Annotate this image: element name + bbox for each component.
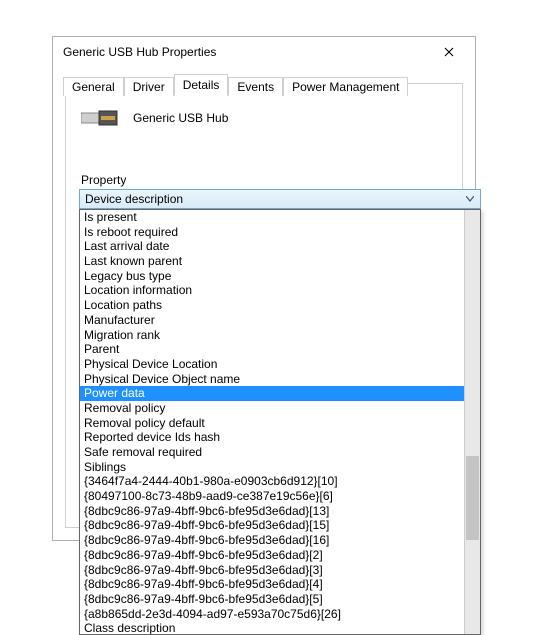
tab-general[interactable]: General	[63, 77, 124, 96]
dropdown-item[interactable]: {8dbc9c86-97a9-4bff-9bc6-bfe95d3e6dad}[5…	[80, 592, 464, 607]
dropdown-scrollbar[interactable]	[464, 210, 480, 634]
dropdown-item[interactable]: Class description	[80, 621, 464, 634]
window-title: Generic USB Hub Properties	[63, 45, 431, 59]
dropdown-item[interactable]: Manufacturer	[80, 313, 464, 328]
dropdown-item[interactable]: {80497100-8c73-48b9-aad9-ce387e19c56e}[6…	[80, 489, 464, 504]
dropdown-item[interactable]: Legacy bus type	[80, 269, 464, 284]
dropdown-item[interactable]: Physical Device Location	[80, 357, 464, 372]
usb-connector-icon	[81, 107, 121, 129]
chevron-down-icon	[463, 192, 477, 206]
dropdown-item[interactable]: Reported device Ids hash	[80, 430, 464, 445]
dropdown-list-viewport: Is presentIs reboot requiredLast arrival…	[80, 210, 464, 634]
dropdown-item[interactable]: Safe removal required	[80, 445, 464, 460]
dropdown-item[interactable]: Last arrival date	[80, 239, 464, 254]
property-label: Property	[81, 173, 126, 187]
dropdown-item[interactable]: Siblings	[80, 460, 464, 475]
dropdown-item[interactable]: Physical Device Object name	[80, 372, 464, 387]
dropdown-item[interactable]: Migration rank	[80, 328, 464, 343]
titlebar: Generic USB Hub Properties	[53, 37, 475, 67]
dropdown-item[interactable]: Last known parent	[80, 254, 464, 269]
dropdown-item[interactable]: {8dbc9c86-97a9-4bff-9bc6-bfe95d3e6dad}[1…	[80, 504, 464, 519]
tab-details[interactable]: Details	[174, 74, 229, 96]
dropdown-item[interactable]: Is present	[80, 210, 464, 225]
dropdown-item[interactable]: Removal policy	[80, 401, 464, 416]
property-combobox[interactable]: Device description	[79, 189, 481, 209]
dropdown-item[interactable]: {8dbc9c86-97a9-4bff-9bc6-bfe95d3e6dad}[1…	[80, 518, 464, 533]
scrollbar-thumb[interactable]	[466, 456, 479, 540]
dropdown-item[interactable]: {8dbc9c86-97a9-4bff-9bc6-bfe95d3e6dad}[2…	[80, 548, 464, 563]
dropdown-item[interactable]: Location paths	[80, 298, 464, 313]
dropdown-item[interactable]: Parent	[80, 342, 464, 357]
dropdown-item[interactable]: {8dbc9c86-97a9-4bff-9bc6-bfe95d3e6dad}[1…	[80, 533, 464, 548]
device-name: Generic USB Hub	[133, 111, 228, 125]
tab-events[interactable]: Events	[228, 77, 283, 96]
property-dropdown-list[interactable]: Is presentIs reboot requiredLast arrival…	[79, 209, 481, 635]
dropdown-item[interactable]: {a8b865dd-2e3d-4094-ad97-e593a70c75d6}[2…	[80, 607, 464, 622]
dropdown-item[interactable]: Is reboot required	[80, 225, 464, 240]
tab-strip: General Driver Details Events Power Mana…	[63, 74, 408, 95]
tab-power-management[interactable]: Power Management	[283, 77, 408, 96]
close-button[interactable]	[431, 38, 467, 66]
close-icon	[444, 47, 454, 57]
dropdown-item[interactable]: {3464f7a4-2444-40b1-980a-e0903cb6d912}[1…	[80, 474, 464, 489]
dropdown-item[interactable]: {8dbc9c86-97a9-4bff-9bc6-bfe95d3e6dad}[3…	[80, 563, 464, 578]
dropdown-item[interactable]: Location information	[80, 283, 464, 298]
device-header: Generic USB Hub	[81, 107, 228, 129]
properties-window: Generic USB Hub Properties General Drive…	[52, 36, 476, 541]
dropdown-item[interactable]: Power data	[80, 386, 464, 401]
dropdown-item[interactable]: Removal policy default	[80, 416, 464, 431]
dropdown-item[interactable]: {8dbc9c86-97a9-4bff-9bc6-bfe95d3e6dad}[4…	[80, 577, 464, 592]
tab-driver[interactable]: Driver	[124, 77, 174, 96]
property-selected-text: Device description	[85, 192, 183, 206]
